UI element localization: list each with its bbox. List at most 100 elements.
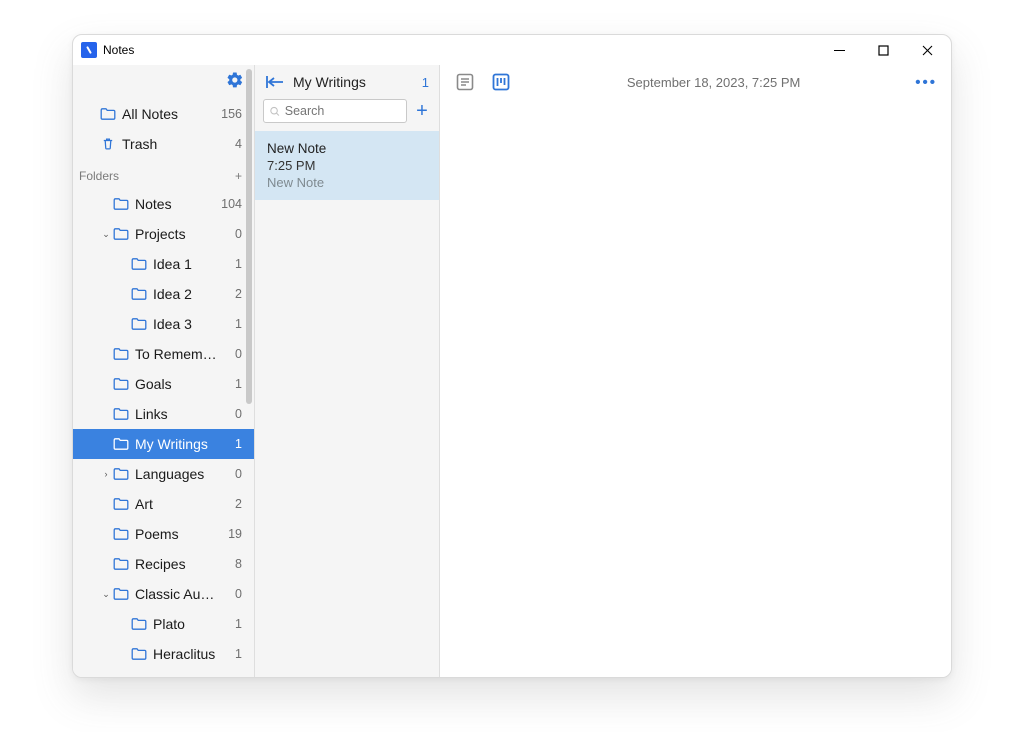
note-list-header: My Writings 1 (255, 65, 439, 99)
chevron-icon[interactable]: ⌄ (101, 589, 111, 600)
folder-label: Idea 2 (153, 286, 218, 302)
sidebar-folder-item[interactable]: ›Languages0 (73, 459, 254, 489)
view-toggles (454, 71, 512, 93)
all-notes-icon (100, 107, 122, 121)
chevron-icon[interactable]: ⌄ (101, 229, 111, 240)
settings-button[interactable] (226, 71, 244, 94)
all-notes-count: 156 (218, 107, 242, 121)
sidebar-folder-item[interactable]: Poems19 (73, 519, 254, 549)
sidebar-folder-item[interactable]: To Remem…0 (73, 339, 254, 369)
sidebar-folder-item[interactable]: Idea 31 (73, 309, 254, 339)
settings-row (73, 65, 254, 99)
sidebar-trash[interactable]: Trash 4 (73, 129, 254, 159)
search-input[interactable] (285, 104, 400, 118)
folder-count: 1 (218, 317, 242, 331)
text-view-button[interactable] (454, 71, 476, 93)
sidebar-folder-item[interactable]: Idea 22 (73, 279, 254, 309)
folder-icon (131, 287, 153, 301)
note-preview: New Note (267, 175, 427, 190)
folder-count: 19 (218, 527, 242, 541)
folder-icon (113, 227, 135, 241)
folder-icon (113, 557, 135, 571)
sidebar-folder-item[interactable]: Links0 (73, 399, 254, 429)
window-buttons (817, 35, 949, 65)
chevron-icon[interactable]: › (101, 469, 111, 479)
folders-header-label: Folders (79, 169, 119, 183)
folder-label: Art (135, 496, 218, 512)
folder-icon (113, 527, 135, 541)
sidebar-folder-item[interactable]: Plato1 (73, 609, 254, 639)
folder-label: Idea 1 (153, 256, 218, 272)
search-row: + (255, 99, 439, 131)
folder-label: Heraclitus (153, 646, 218, 662)
collapse-left-icon (265, 75, 285, 89)
note-title: New Note (267, 141, 427, 156)
folder-count: 1 (218, 647, 242, 661)
folder-label: Recipes (135, 556, 218, 572)
editor-column: September 18, 2023, 7:25 PM ••• (440, 65, 951, 677)
trash-count: 4 (218, 137, 242, 151)
sidebar-folder-item[interactable]: Art2 (73, 489, 254, 519)
folder-icon (113, 377, 135, 391)
note-list-count: 1 (422, 75, 429, 90)
folder-count: 0 (218, 587, 242, 601)
folder-icon (113, 197, 135, 211)
folder-label: To Remem… (135, 346, 218, 362)
folder-count: 0 (218, 407, 242, 421)
editor-header: September 18, 2023, 7:25 PM ••• (440, 65, 951, 99)
note-list-item[interactable]: New Note 7:25 PM New Note (255, 131, 439, 200)
sidebar-folder-item[interactable]: ⌄Projects0 (73, 219, 254, 249)
text-view-icon (456, 73, 474, 91)
sidebar-all-notes[interactable]: All Notes 156 (73, 99, 254, 129)
sidebar-folder-item[interactable]: My Writings1 (73, 429, 254, 459)
scrollbar-thumb[interactable] (246, 69, 252, 404)
folder-count: 8 (218, 557, 242, 571)
sidebar-folder-item[interactable]: Goals1 (73, 369, 254, 399)
more-menu-button[interactable]: ••• (915, 74, 937, 91)
folder-count: 104 (218, 197, 242, 211)
sidebar-scrollbar[interactable] (246, 69, 252, 620)
folders-list: Notes104⌄Projects0Idea 11Idea 22Idea 31T… (73, 189, 254, 669)
add-folder-button[interactable]: + (235, 169, 242, 183)
maximize-button[interactable] (861, 35, 905, 65)
folder-label: Projects (135, 226, 218, 242)
minimize-button[interactable] (817, 35, 861, 65)
folder-icon (113, 587, 135, 601)
folder-label: Languages (135, 466, 218, 482)
folder-label: Poems (135, 526, 218, 542)
search-icon (270, 106, 280, 117)
close-button[interactable] (905, 35, 949, 65)
sidebar-folder-item[interactable]: Idea 11 (73, 249, 254, 279)
note-list-title: My Writings (293, 74, 414, 90)
folder-icon (131, 617, 153, 631)
folder-icon (113, 497, 135, 511)
sidebar: All Notes 156 Trash 4 Folders + Notes104… (73, 65, 254, 677)
editor-timestamp: September 18, 2023, 7:25 PM (512, 75, 915, 90)
folder-icon (113, 407, 135, 421)
folder-count: 1 (218, 257, 242, 271)
folder-count: 1 (218, 437, 242, 451)
trash-label: Trash (122, 136, 218, 152)
collapse-sidebar-button[interactable] (265, 75, 285, 89)
gear-icon (226, 71, 244, 89)
folder-count: 2 (218, 497, 242, 511)
app-icon (81, 42, 97, 58)
note-time: 7:25 PM (267, 158, 427, 173)
folder-icon (131, 647, 153, 661)
folder-icon (131, 257, 153, 271)
new-note-button[interactable]: + (413, 100, 431, 123)
window-title: Notes (103, 43, 134, 57)
folder-label: Idea 3 (153, 316, 218, 332)
search-box[interactable] (263, 99, 407, 123)
folder-count: 0 (218, 347, 242, 361)
kanban-view-button[interactable] (490, 71, 512, 93)
sidebar-folder-item[interactable]: Recipes8 (73, 549, 254, 579)
body: All Notes 156 Trash 4 Folders + Notes104… (73, 65, 951, 677)
folder-label: Plato (153, 616, 218, 632)
folder-icon (113, 467, 135, 481)
sidebar-folder-item[interactable]: Notes104 (73, 189, 254, 219)
folder-label: Links (135, 406, 218, 422)
sidebar-folder-item[interactable]: ⌄Classic Aut…0 (73, 579, 254, 609)
sidebar-folder-item[interactable]: Heraclitus1 (73, 639, 254, 669)
folder-count: 1 (218, 617, 242, 631)
